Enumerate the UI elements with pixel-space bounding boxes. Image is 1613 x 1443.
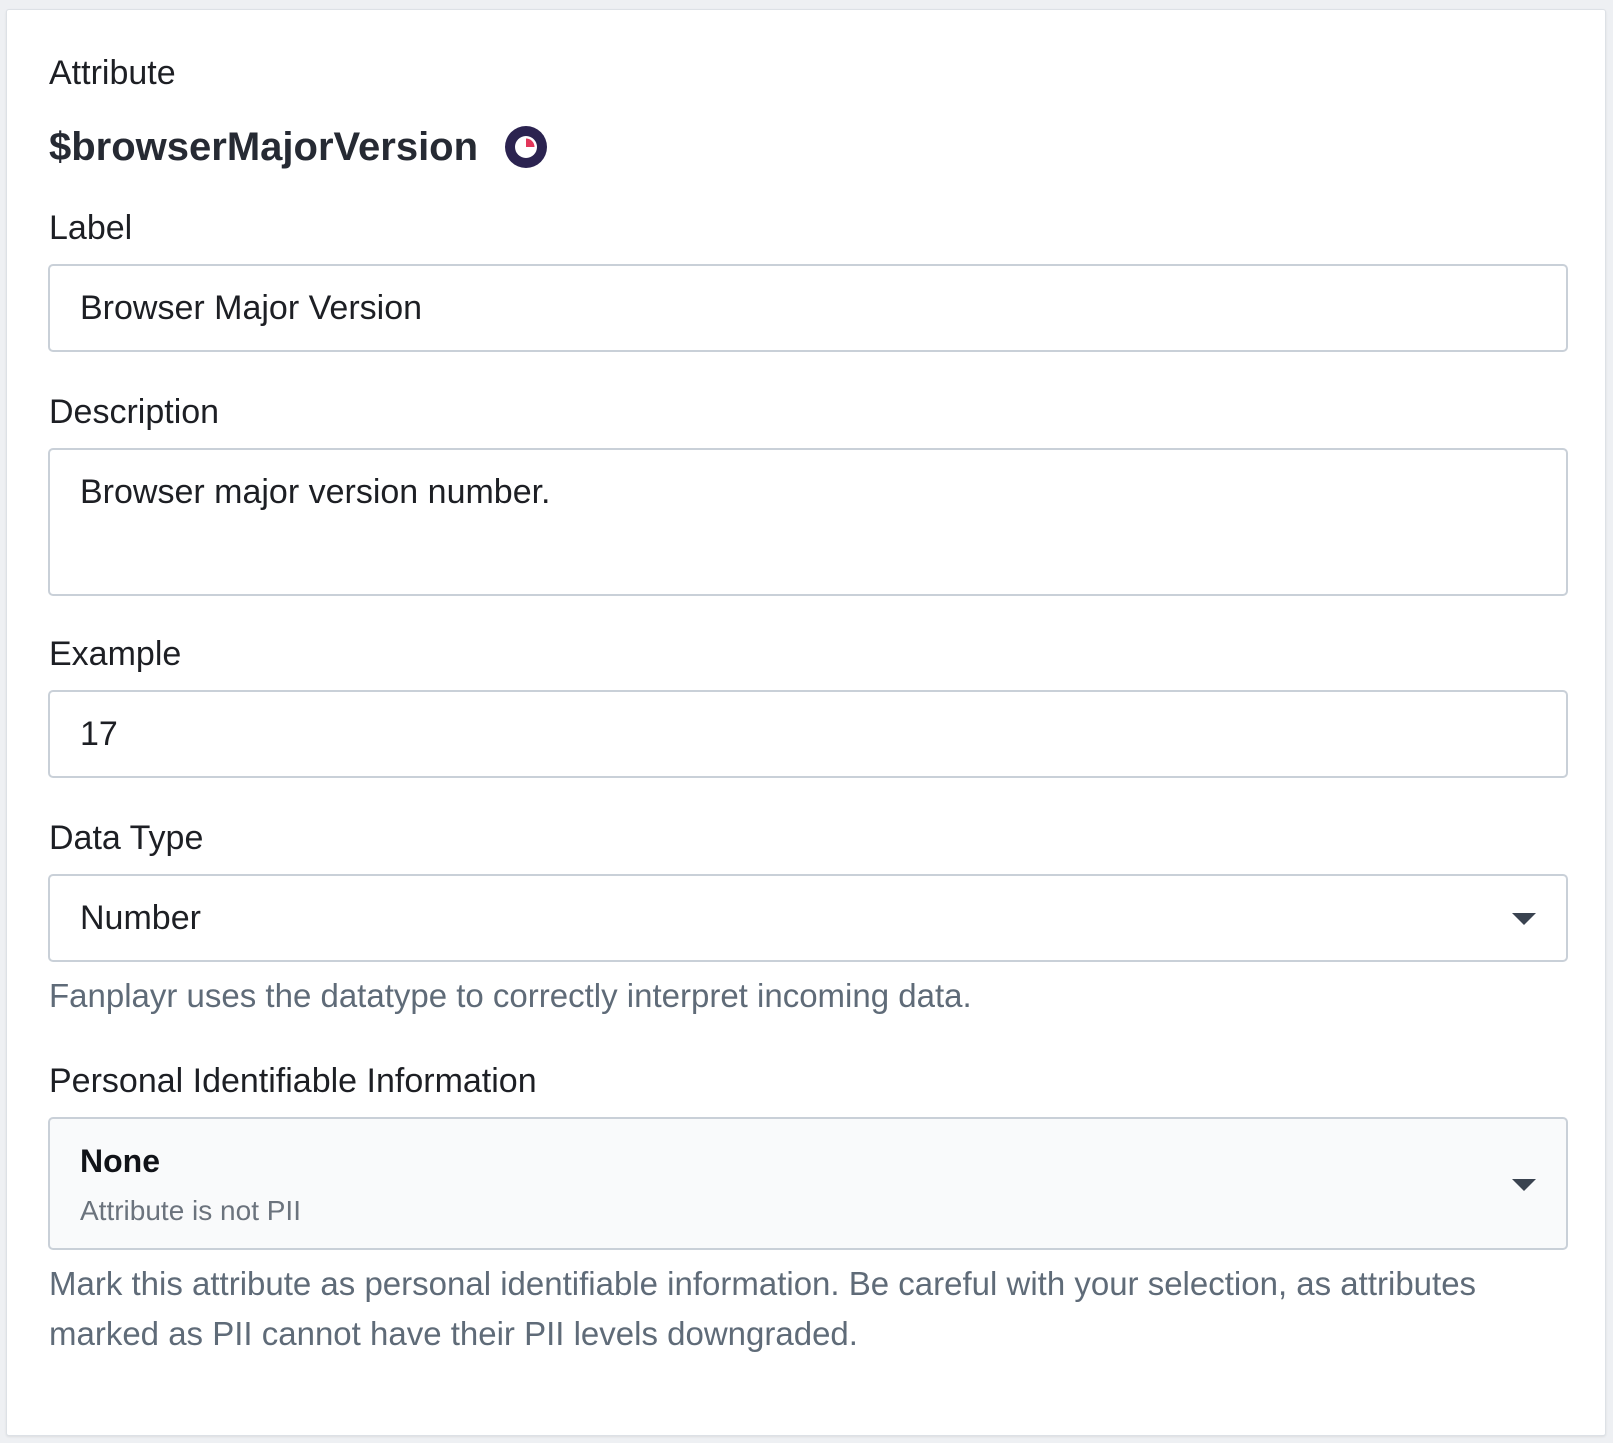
attribute-header: $browserMajorVersion <box>49 118 548 176</box>
description-section-label: Description <box>49 393 220 431</box>
data-type-selected-value: Number <box>80 899 201 937</box>
data-type-help-text: Fanplayr uses the datatype to correctly … <box>49 977 972 1014</box>
label-section-label: Label <box>49 209 133 247</box>
data-type-select[interactable]: Number <box>48 874 1568 962</box>
example-section-label: Example <box>49 635 182 673</box>
pii-selected-subtitle: Attribute is not PII <box>80 1195 301 1226</box>
attribute-name: $browserMajorVersion <box>49 124 479 169</box>
chevron-down-icon <box>1512 1179 1536 1191</box>
pii-section-label: Personal Identifiable Information <box>49 1062 537 1100</box>
attribute-section-label: Attribute <box>49 54 176 92</box>
pie-chart-icon[interactable] <box>504 125 548 169</box>
description-textarea[interactable]: Browser major version number. <box>48 448 1568 596</box>
data-type-section-label: Data Type <box>49 819 204 857</box>
pii-help-text: Mark this attribute as personal identifi… <box>49 1265 1477 1352</box>
chevron-down-icon <box>1512 913 1536 925</box>
pii-selected-title: None <box>80 1143 160 1179</box>
pii-select[interactable]: None Attribute is not PII <box>48 1117 1568 1250</box>
attribute-editor-panel: Attribute $browserMajorVersion Label Des… <box>6 9 1606 1436</box>
label-input[interactable] <box>48 264 1568 352</box>
example-input[interactable] <box>48 690 1568 778</box>
